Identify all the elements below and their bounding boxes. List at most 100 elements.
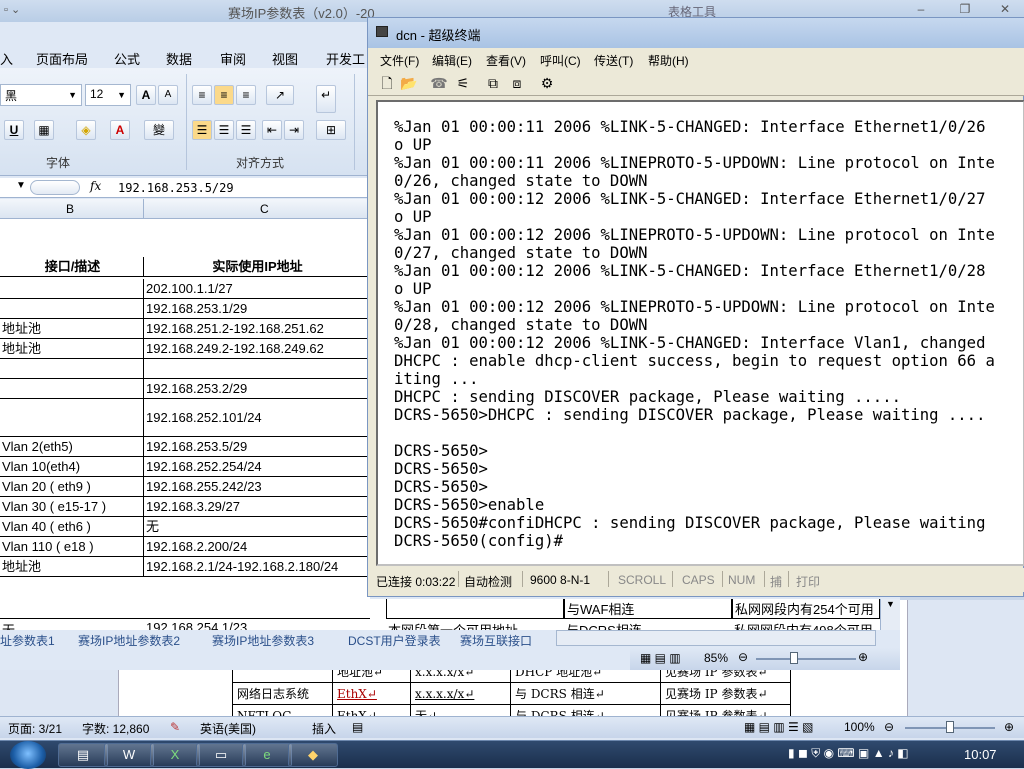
cell-interface[interactable]: [0, 299, 144, 319]
cell-ip-address[interactable]: 192.168.252.254/24: [144, 457, 370, 477]
cell-ip-address[interactable]: 192.168.253.1/29: [144, 299, 370, 319]
cell-interface[interactable]: Vlan 40 ( eth6 ): [0, 517, 144, 537]
ie-task-icon[interactable]: e: [242, 743, 292, 767]
tab-view[interactable]: 视图: [272, 49, 298, 68]
cell-interface[interactable]: [0, 359, 144, 379]
zoom-level[interactable]: 100%: [844, 720, 875, 734]
word-task-icon[interactable]: W: [104, 743, 154, 767]
open-folder-icon[interactable]: 📂: [400, 74, 418, 92]
zoom-slider[interactable]: [756, 658, 856, 660]
align-left-icon[interactable]: ☰: [192, 120, 212, 140]
align-top-icon[interactable]: ≡: [192, 85, 212, 105]
column-header-c[interactable]: C: [260, 202, 269, 216]
menu-help[interactable]: 帮助(H): [648, 52, 689, 69]
restore-icon[interactable]: ❐: [950, 2, 980, 18]
cell-interface[interactable]: [0, 379, 144, 399]
grid-cell[interactable]: 私网网段内有254个可用: [732, 599, 880, 619]
tab-developer[interactable]: 开发工: [326, 49, 365, 68]
zoom-in-icon[interactable]: ⊕: [858, 650, 868, 664]
formula-cancel-icon[interactable]: [30, 180, 80, 195]
align-middle-icon[interactable]: ≡: [214, 85, 234, 105]
menu-view[interactable]: 查看(V): [486, 52, 526, 69]
close-icon[interactable]: ✕: [990, 2, 1020, 18]
view-icons[interactable]: ▦ ▤ ▥: [640, 651, 681, 665]
grid-cell[interactable]: [386, 599, 564, 619]
vertical-scrollbar[interactable]: ▼: [880, 599, 900, 630]
font-name-box[interactable]: 黑 ▼: [0, 84, 82, 106]
receive-icon[interactable]: ⧈: [508, 74, 526, 92]
cell-interface[interactable]: Vlan 110 ( e18 ): [0, 537, 144, 557]
insert-mode[interactable]: 插入: [312, 720, 336, 737]
grid-cell[interactable]: 与WAF相连: [564, 599, 732, 619]
orientation-icon[interactable]: ↗: [266, 85, 294, 105]
grow-font-button[interactable]: A: [136, 85, 156, 105]
cell-interface[interactable]: Vlan 2(eth5): [0, 437, 144, 457]
excel-task-icon[interactable]: X: [150, 743, 200, 767]
phonetic-button[interactable]: 變: [144, 120, 174, 140]
send-icon[interactable]: ⧉: [484, 74, 502, 92]
app-task-icon[interactable]: ◆: [288, 743, 338, 767]
header-cell[interactable]: 接口/描述: [0, 257, 144, 277]
cell-interface[interactable]: 地址池: [0, 339, 144, 359]
align-right-icon[interactable]: ☰: [236, 120, 256, 140]
terminal-screen[interactable]: %Jan 01 00:00:11 2006 %LINK-5-CHANGED: I…: [376, 100, 1024, 566]
cell-interface[interactable]: [0, 279, 144, 299]
decrease-indent-icon[interactable]: ⇤: [262, 120, 282, 140]
menu-transfer[interactable]: 传送(T): [594, 52, 633, 69]
cell-ip-address[interactable]: 192.168.3.29/27: [144, 497, 370, 517]
tab-page-layout[interactable]: 页面布局: [36, 49, 88, 68]
cell-ip-address[interactable]: 192.168.251.2-192.168.251.62: [144, 319, 370, 339]
minimize-icon[interactable]: –: [906, 2, 936, 18]
properties-icon[interactable]: ⚙: [538, 74, 556, 92]
word-count[interactable]: 字数: 12,860: [82, 720, 149, 737]
cell-interface[interactable]: [0, 399, 144, 437]
border-icon[interactable]: ▦: [34, 120, 54, 140]
start-button[interactable]: [10, 741, 46, 769]
horizontal-scrollbar[interactable]: [556, 630, 876, 646]
explorer-task-icon[interactable]: ▤: [58, 743, 108, 767]
tab-data[interactable]: 数据: [166, 49, 192, 68]
namebox-dropdown-icon[interactable]: ▼: [16, 180, 26, 191]
menu-call[interactable]: 呼叫(C): [540, 52, 581, 69]
sheet-tab[interactable]: 址参数表1: [0, 632, 55, 649]
zoom-thumb[interactable]: [790, 652, 798, 664]
cell-ip-address[interactable]: 192.168.249.2-192.168.249.62: [144, 339, 370, 359]
tab-review[interactable]: 审阅: [220, 49, 246, 68]
menu-file[interactable]: 文件(F): [380, 52, 419, 69]
cell-ip-address[interactable]: 192.168.2.1/24-192.168.2.180/24: [144, 557, 370, 577]
wrap-text-icon[interactable]: ↵: [316, 85, 336, 113]
cell-interface[interactable]: 地址池: [0, 557, 144, 577]
cell-ip-address[interactable]: 192.168.253.2/29: [144, 379, 370, 399]
menu-edit[interactable]: 编辑(E): [432, 52, 472, 69]
dial-icon[interactable]: ☎: [430, 74, 448, 92]
language-status[interactable]: 英语(美国): [200, 720, 256, 737]
sheet-tab[interactable]: 赛场IP地址参数表3: [212, 632, 314, 649]
zoom-level[interactable]: 85%: [704, 651, 728, 665]
zoom-out-icon[interactable]: ⊖: [884, 720, 894, 734]
tab-formulas[interactable]: 公式: [114, 49, 140, 68]
header-cell[interactable]: 实际使用IP地址: [144, 257, 370, 277]
proofing-icon[interactable]: ✎: [170, 720, 180, 734]
zoom-in-icon[interactable]: ⊕: [1004, 720, 1014, 734]
tab-insert[interactable]: 入: [0, 49, 13, 68]
underline-button[interactable]: U: [4, 120, 24, 140]
disconnect-icon[interactable]: ⚟: [454, 74, 472, 92]
formula-input[interactable]: 192.168.253.5/29: [118, 181, 234, 195]
fill-color-icon[interactable]: ◈: [76, 120, 96, 140]
cell-ip-address[interactable]: 无: [144, 517, 370, 537]
cell-ip-address[interactable]: 192.168.255.242/23: [144, 477, 370, 497]
sheet-tab[interactable]: 赛场IP地址参数表2: [78, 632, 180, 649]
cell-ip-address[interactable]: 192.168.2.200/24: [144, 537, 370, 557]
cell-ip-address[interactable]: 192.168.253.5/29: [144, 437, 370, 457]
shrink-font-button[interactable]: A: [158, 85, 178, 105]
column-header-b[interactable]: B: [66, 202, 74, 216]
tray-icons[interactable]: ▮ ◼ ⛨ ◉ ⌨ ▣ ▲ ♪ ◧: [788, 746, 909, 761]
align-bottom-icon[interactable]: ≡: [236, 85, 256, 105]
cell-interface[interactable]: Vlan 20 ( eth9 ): [0, 477, 144, 497]
cell-interface[interactable]: Vlan 30 ( e15-17 ): [0, 497, 144, 517]
zoom-out-icon[interactable]: ⊖: [738, 650, 748, 664]
insert-function-icon[interactable]: fx: [90, 179, 101, 193]
font-color-button[interactable]: A: [110, 120, 130, 140]
terminal-task-icon[interactable]: ▭: [196, 743, 246, 767]
macro-icon[interactable]: ▤: [352, 720, 363, 734]
